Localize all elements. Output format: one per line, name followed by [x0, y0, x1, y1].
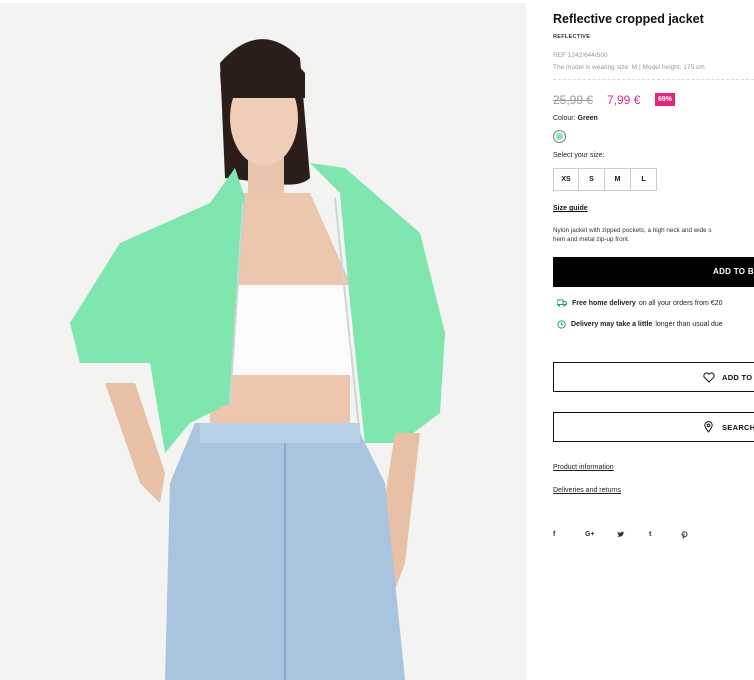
free-delivery-bold: Free home delivery — [572, 299, 636, 307]
delivery-delay-text: longer than usual due — [655, 321, 723, 328]
sale-price: 7,99 € — [607, 93, 641, 107]
free-delivery-note: Free home delivery on all your orders fr… — [557, 299, 722, 307]
product-ref: REF 1242/644/500 — [553, 52, 608, 59]
model-info: The model is wearing size: M | Model hei… — [553, 64, 705, 71]
social-share: f G+ t — [553, 531, 713, 541]
location-pin-icon — [704, 421, 713, 433]
product-photo[interactable] — [0, 3, 526, 680]
search-in-store-label: SEARCH — [722, 423, 754, 432]
size-option-s[interactable]: S — [579, 168, 605, 191]
colour-value: Green — [577, 115, 598, 122]
truck-icon — [557, 299, 567, 307]
colour-swatch-green[interactable] — [553, 130, 566, 143]
colour-row: Colour: Green — [553, 115, 598, 122]
google-plus-icon[interactable]: G+ — [585, 531, 617, 541]
product-tag: REFLECTIVE — [553, 34, 591, 40]
size-option-xs[interactable]: XS — [553, 168, 579, 191]
delivery-delay-note: Delivery may take a little longer than u… — [557, 320, 723, 329]
tumblr-icon[interactable]: t — [649, 531, 681, 541]
free-delivery-text: on all your orders from €20 — [638, 299, 723, 307]
deliveries-returns-link[interactable]: Deliveries and returns — [553, 487, 621, 494]
description-line-1: Nylon jacket with zipped pockets, a high… — [553, 227, 712, 234]
select-size-label: Select your size: — [553, 152, 605, 159]
product-description: Nylon jacket with zipped pockets, a high… — [553, 226, 712, 244]
add-to-wishlist-label: ADD TO — [722, 373, 753, 382]
size-option-m[interactable]: M — [605, 168, 631, 191]
size-guide-link[interactable]: Size guide — [553, 205, 588, 212]
heart-icon — [703, 372, 715, 383]
clock-icon — [557, 320, 566, 329]
model-illustration — [0, 3, 526, 680]
twitter-icon[interactable] — [617, 531, 649, 541]
delivery-delay-bold: Delivery may take a little — [571, 321, 653, 328]
add-to-bag-button[interactable]: ADD TO B — [553, 257, 754, 287]
pinterest-icon[interactable] — [681, 531, 713, 541]
old-price: 25,99 € — [553, 93, 594, 107]
search-in-store-button[interactable]: SEARCH — [553, 412, 754, 442]
size-selector: XS S M L — [553, 168, 657, 191]
size-option-l[interactable]: L — [631, 168, 657, 191]
divider — [553, 79, 754, 80]
product-information-link[interactable]: Product information — [553, 464, 614, 471]
add-to-wishlist-button[interactable]: ADD TO — [553, 362, 754, 392]
discount-badge: 69% — [655, 93, 676, 106]
facebook-icon[interactable]: f — [553, 531, 585, 541]
swatch-fill — [556, 133, 563, 140]
description-line-2: hem and metal zip-up front. — [553, 236, 630, 243]
product-title: Reflective cropped jacket — [553, 12, 704, 26]
product-info-panel: Reflective cropped jacket REFLECTIVE REF… — [553, 0, 754, 680]
add-to-bag-label: ADD TO B — [713, 267, 754, 276]
colour-label: Colour: — [553, 115, 576, 122]
